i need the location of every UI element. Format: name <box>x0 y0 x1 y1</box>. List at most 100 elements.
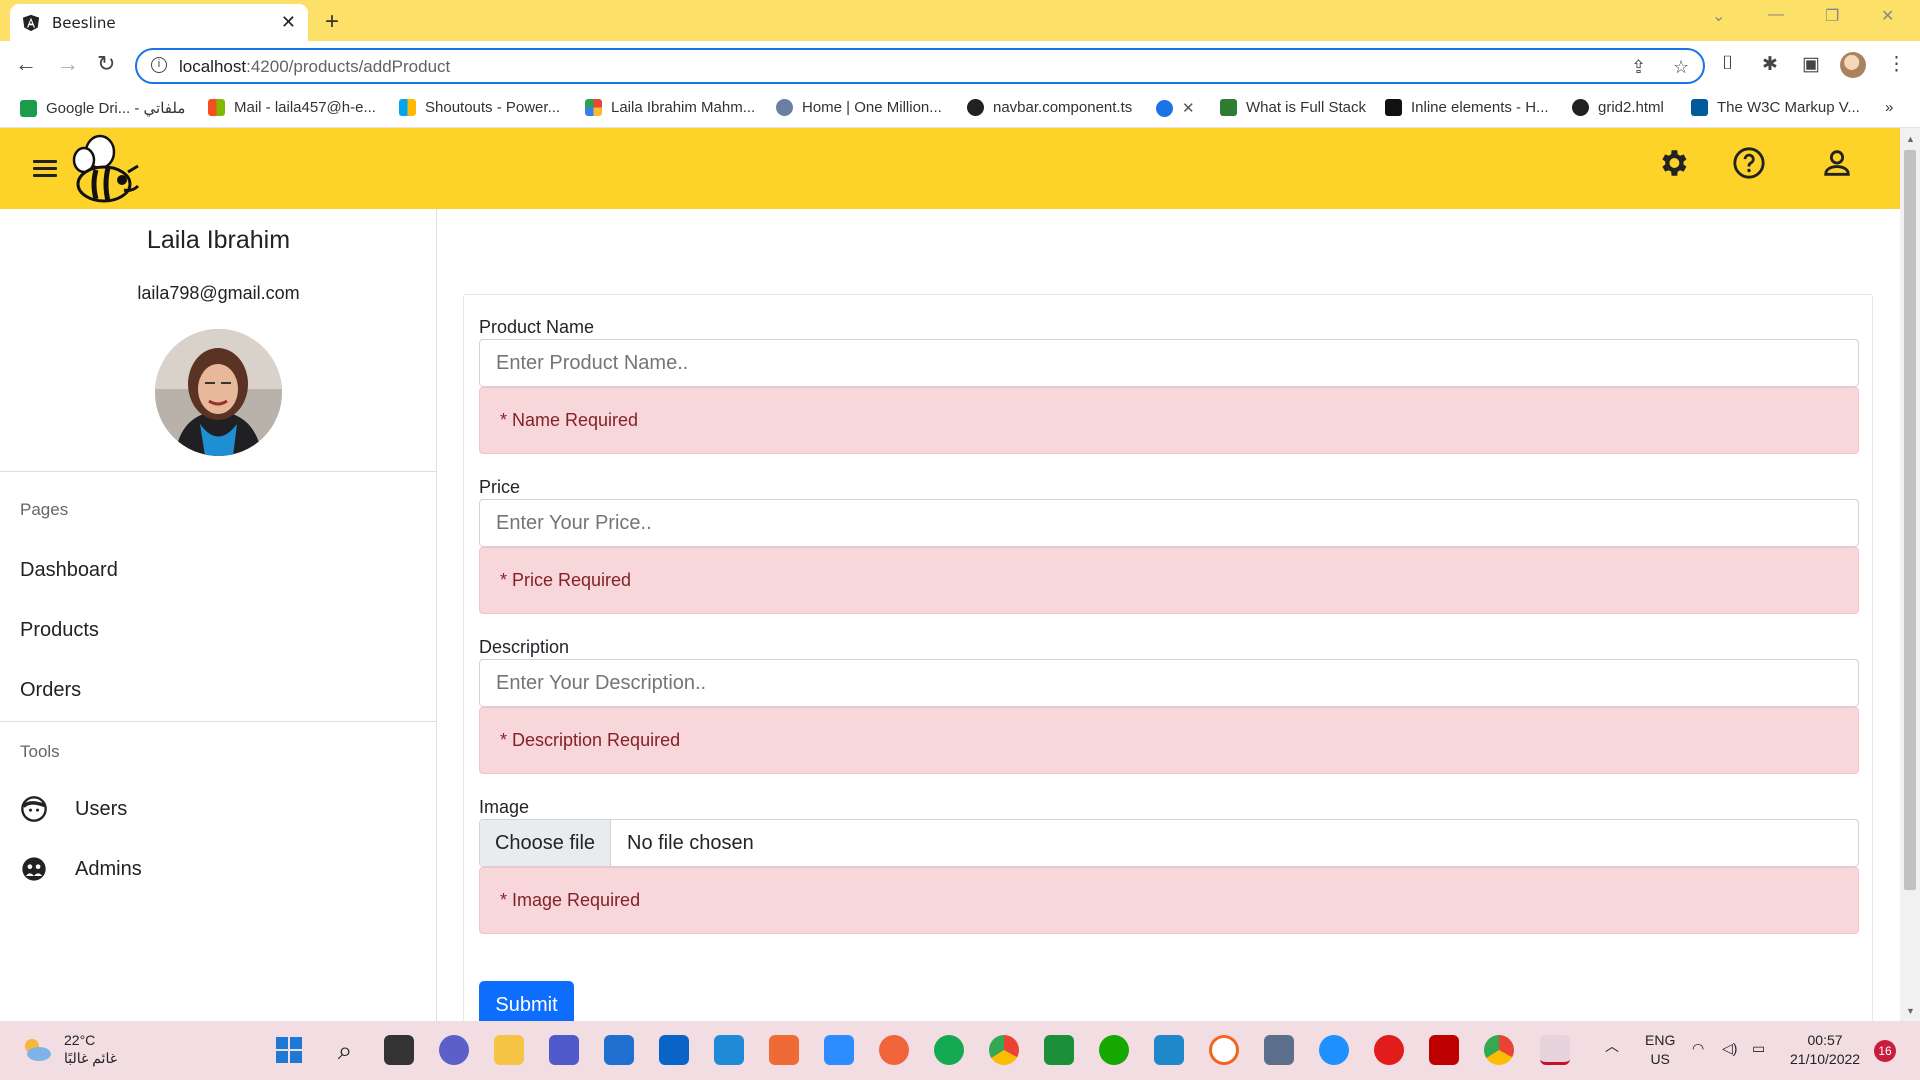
product-name-input[interactable] <box>479 339 1859 387</box>
chat-icon[interactable] <box>439 1035 469 1065</box>
side-panel-icon[interactable]: ▣ <box>1802 53 1820 76</box>
window-close-icon[interactable]: ✕ <box>1881 6 1894 26</box>
bookmark-item[interactable]: The W3C Markup V... <box>1691 99 1860 116</box>
app-header <box>0 128 1900 209</box>
page-scrollbar[interactable]: ▲ ▼ <box>1900 128 1920 1021</box>
snipping-tool-icon[interactable] <box>1540 1035 1570 1065</box>
filezilla-icon[interactable] <box>1429 1035 1459 1065</box>
virtualbox-icon[interactable] <box>1154 1035 1184 1065</box>
file-explorer-icon[interactable] <box>494 1035 524 1065</box>
help-icon[interactable] <box>1732 146 1766 180</box>
sidebar-item-users[interactable]: Users <box>20 795 127 823</box>
tab-close-icon[interactable]: ✕ <box>281 12 296 33</box>
account-icon[interactable] <box>1820 146 1854 180</box>
browser-tab[interactable]: Beesline ✕ <box>10 4 308 41</box>
messaging-icon[interactable] <box>1209 1035 1239 1065</box>
bookmark-item[interactable]: Google Dri... - ملفاتي <box>20 99 185 117</box>
settings-icon[interactable] <box>1656 146 1690 180</box>
language-indicator[interactable]: ENG US <box>1645 1031 1675 1069</box>
teams-icon[interactable] <box>549 1035 579 1065</box>
bookmark-item[interactable]: What is Full Stack <box>1220 99 1366 116</box>
site-info-icon[interactable]: i <box>151 57 167 73</box>
extensions-icon[interactable]: ✱ <box>1762 53 1778 76</box>
volume-icon[interactable]: ◁) <box>1722 1039 1737 1058</box>
w-logo-icon <box>1220 99 1237 116</box>
restore-icon[interactable]: ❐ <box>1825 6 1839 26</box>
windows-taskbar: 22°C غائم غالبًا ⌕ ︿ ENG US ◠ ◁) ▭ 00:57… <box>0 1021 1920 1080</box>
microsoft-icon <box>399 99 416 116</box>
outlook-icon[interactable] <box>659 1035 689 1065</box>
description-error-alert: * Description Required <box>479 707 1859 774</box>
tab-search-icon[interactable]: ⌄ <box>1712 6 1725 26</box>
browser-menu-icon[interactable]: ⋮ <box>1887 53 1906 76</box>
back-icon[interactable]: ← <box>15 51 37 77</box>
new-tab-icon[interactable]: + <box>325 8 339 36</box>
sidebar-item-products[interactable]: Products <box>20 619 99 642</box>
vscode-icon[interactable] <box>714 1035 744 1065</box>
zoom-icon[interactable] <box>824 1035 854 1065</box>
bookmark-item[interactable]: Home | One Million... <box>776 99 942 116</box>
mongodb-icon[interactable] <box>934 1035 964 1065</box>
bookmark-item[interactable]: Mail - laila457@h-e... <box>208 99 376 116</box>
bookmark-item[interactable]: Shoutouts - Power... <box>399 99 560 116</box>
address-bar[interactable]: i localhost:4200/products/addProduct ⇪ ☆ <box>135 48 1705 84</box>
minimize-icon[interactable]: — <box>1768 6 1784 24</box>
scroll-up-icon[interactable]: ▲ <box>1906 134 1915 144</box>
scroll-thumb[interactable] <box>1904 150 1916 890</box>
pin-icon <box>776 99 793 116</box>
spreadsheet-icon[interactable] <box>1044 1035 1074 1065</box>
wifi-icon[interactable]: ◠ <box>1692 1039 1704 1058</box>
weather-widget[interactable]: 22°C غائم غالبًا <box>20 1031 117 1067</box>
messenger-icon[interactable] <box>1319 1035 1349 1065</box>
tools-section-label: Tools <box>20 742 60 761</box>
chrome-icon[interactable] <box>989 1035 1019 1065</box>
bookmark-item[interactable]: grid2.html <box>1572 99 1664 116</box>
share-icon[interactable]: ⇪ <box>1631 57 1646 78</box>
tray-overflow-icon[interactable]: ︿ <box>1605 1037 1619 1056</box>
bookmark-item[interactable]: navbar.component.ts <box>967 99 1132 116</box>
xampp-icon[interactable] <box>769 1035 799 1065</box>
reload-icon[interactable]: ↻ <box>97 51 115 77</box>
camera-extension-icon[interactable]: ⌷ <box>1722 53 1733 75</box>
choose-file-button[interactable]: Choose file <box>480 820 611 866</box>
scroll-down-icon[interactable]: ▼ <box>1906 1006 1915 1016</box>
browser-tab-strip: Beesline ✕ + ⌄ — ❐ ✕ <box>0 0 1920 41</box>
search-icon[interactable]: ⌕ <box>330 1035 360 1065</box>
chrome-profile-icon[interactable] <box>1484 1035 1514 1065</box>
store-icon[interactable] <box>604 1035 634 1065</box>
profile-avatar[interactable] <box>1840 52 1866 78</box>
image-file-input[interactable]: Choose file No file chosen <box>479 819 1859 867</box>
task-view-icon[interactable] <box>384 1035 414 1065</box>
sidebar-divider <box>0 721 437 722</box>
postman-icon[interactable] <box>879 1035 909 1065</box>
battery-icon[interactable]: ▭ <box>1752 1039 1765 1058</box>
image-error-alert: * Image Required <box>479 867 1859 934</box>
globe-icon <box>1572 99 1589 116</box>
cube-app-icon[interactable] <box>1264 1035 1294 1065</box>
description-input[interactable] <box>479 659 1859 707</box>
windows-start-icon[interactable] <box>274 1035 304 1065</box>
sidebar-item-dashboard[interactable]: Dashboard <box>20 559 118 582</box>
bookmark-item[interactable]: ✕ <box>1156 99 1195 117</box>
sidebar: Laila Ibrahim laila798@gmail.com Pages D… <box>0 209 437 1021</box>
bookmarks-overflow-icon[interactable]: » <box>1885 99 1893 116</box>
price-label: Price <box>479 477 521 497</box>
menu-icon[interactable] <box>33 160 57 178</box>
bookmark-item[interactable]: Laila Ibrahim Mahm... <box>585 99 755 116</box>
upwork-icon[interactable] <box>1099 1035 1129 1065</box>
browser-toolbar: ← → ↻ i localhost:4200/products/addProdu… <box>0 41 1920 90</box>
url-text[interactable]: localhost:4200/products/addProduct <box>179 57 450 77</box>
bookmark-item[interactable]: Inline elements - H... <box>1385 99 1549 116</box>
sidebar-item-orders[interactable]: Orders <box>20 679 81 702</box>
media-player-icon[interactable] <box>1374 1035 1404 1065</box>
microsoft-icon <box>208 99 225 116</box>
clock[interactable]: 00:57 21/10/2022 <box>1790 1031 1860 1069</box>
tab-title: Beesline <box>52 13 116 32</box>
sidebar-item-admins[interactable]: Admins <box>20 855 142 883</box>
forward-icon[interactable]: → <box>57 51 79 77</box>
user-face-icon <box>21 796 47 822</box>
price-input[interactable] <box>479 499 1859 547</box>
file-status-text: No file chosen <box>627 832 754 854</box>
bookmark-star-icon[interactable]: ☆ <box>1673 57 1689 78</box>
notification-badge[interactable]: 16 <box>1874 1040 1896 1062</box>
